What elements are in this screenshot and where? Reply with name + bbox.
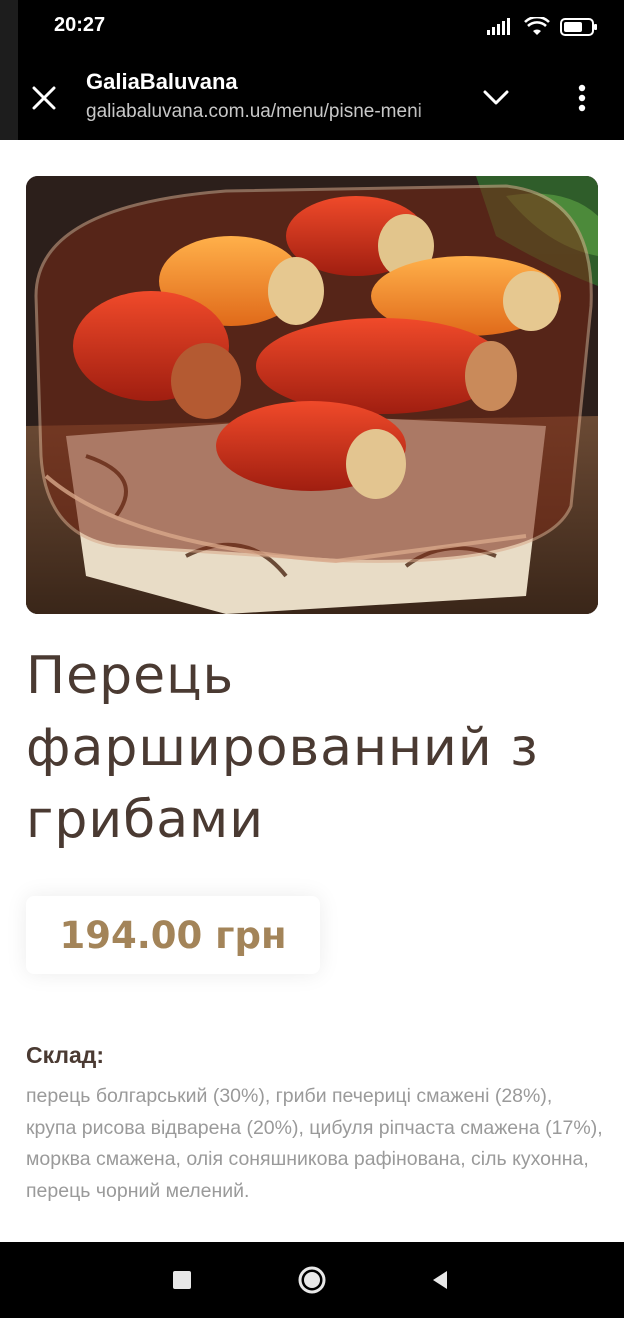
battery-icon: [560, 18, 597, 36]
product-title: Перець фаршированний з грибами: [26, 646, 539, 850]
status-icons: [486, 15, 598, 39]
status-time: 20:27: [54, 14, 106, 36]
left-edge-shadow: [0, 0, 18, 140]
chevron-down-icon: [483, 90, 509, 105]
site-url[interactable]: galiabaluvana.com.ua/menu/pisne-meni: [86, 101, 454, 123]
site-title: GaliaBaluvana: [86, 69, 238, 94]
home-button[interactable]: [294, 1262, 330, 1298]
signal-icon: [487, 18, 510, 35]
price-box: 194.00 грн: [26, 896, 320, 974]
composition-text: перець болгарський (30%), гриби печериці…: [26, 1085, 603, 1202]
home-circle-icon: [298, 1266, 326, 1294]
recents-square-icon: [173, 1271, 191, 1289]
page-content: Перець фаршированний з грибами 194.00 гр…: [0, 140, 624, 1242]
expand-button[interactable]: [476, 78, 516, 118]
wifi-icon: [524, 17, 550, 35]
product-price: 194.00 грн: [59, 913, 287, 957]
close-button[interactable]: [26, 80, 62, 116]
recents-button[interactable]: [164, 1262, 200, 1298]
system-nav-bar: [0, 1242, 624, 1318]
back-triangle-icon: [433, 1271, 447, 1289]
more-vertical-icon: [578, 84, 586, 112]
status-bar: 20:27: [0, 0, 624, 56]
more-options-button[interactable]: [562, 78, 602, 118]
browser-toolbar: GaliaBaluvana galiabaluvana.com.ua/menu/…: [0, 56, 624, 140]
close-icon: [32, 86, 56, 110]
composition-label: Склад:: [26, 1042, 105, 1068]
back-button[interactable]: [422, 1262, 458, 1298]
product-image: [26, 176, 598, 614]
